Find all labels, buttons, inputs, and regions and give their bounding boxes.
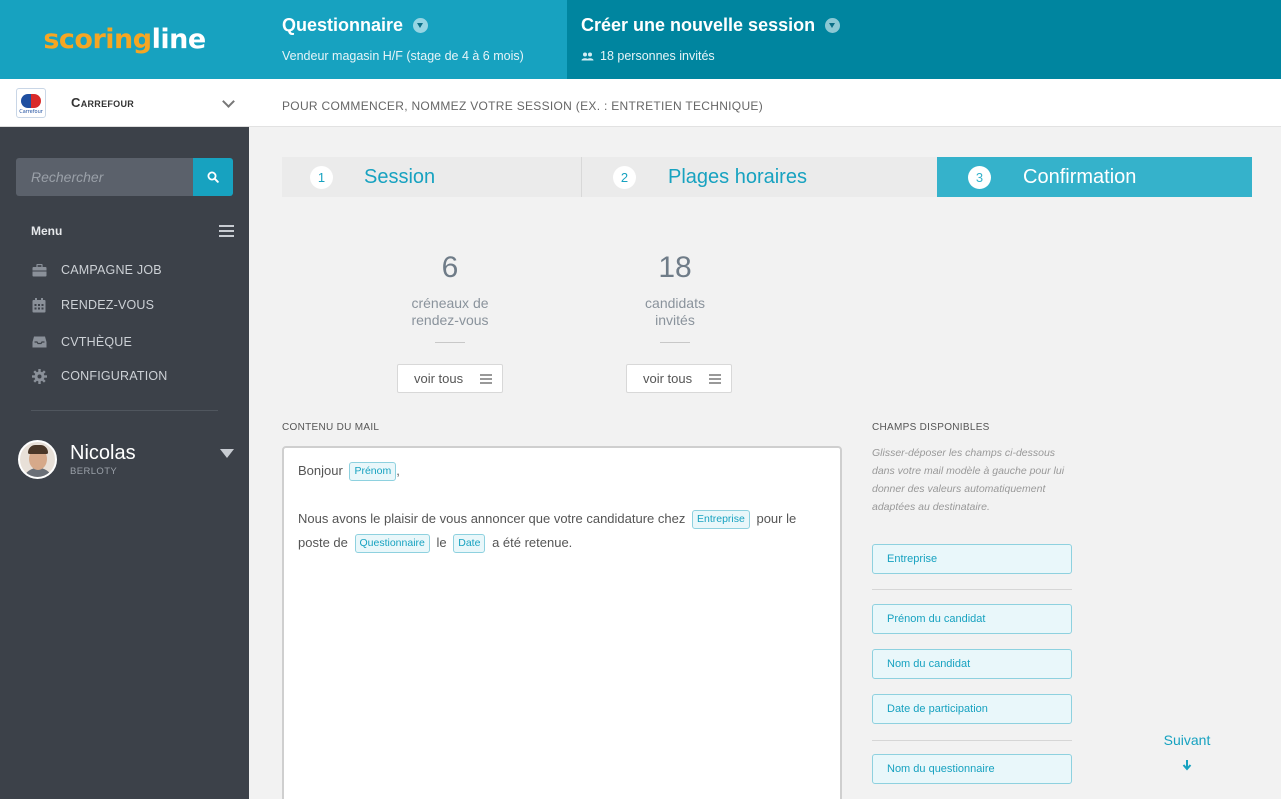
merge-tag-entreprise[interactable]: Entreprise bbox=[691, 510, 750, 529]
voir-tous-candidats-button[interactable]: voir tous bbox=[626, 364, 732, 393]
sidebar-item-label: RENDEZ-VOUS bbox=[61, 298, 155, 312]
stat-creneaux: 6 créneaux de rendez-vous bbox=[380, 251, 520, 343]
mail-text: a été retenue. bbox=[492, 535, 573, 550]
button-label: voir tous bbox=[643, 371, 693, 386]
sidebar-item-label: CVTHÈQUE bbox=[61, 335, 133, 349]
hamburger-icon[interactable] bbox=[219, 225, 234, 240]
user-last-name: BERLOTY bbox=[70, 466, 118, 477]
wizard-steps: 1 Session 2 Plages horaires 3 Confirmati… bbox=[282, 157, 1252, 197]
menu-title: Menu bbox=[31, 224, 63, 238]
session-subtitle: 18 personnes invités bbox=[581, 49, 715, 63]
merge-tag-prenom[interactable]: Prénom bbox=[349, 462, 397, 481]
users-icon bbox=[581, 52, 594, 60]
step-confirmation[interactable]: 3 Confirmation bbox=[937, 157, 1252, 197]
logo-part1: scoring bbox=[43, 24, 152, 55]
briefcase-icon bbox=[31, 262, 47, 278]
stat-label-line2: rendez-vous bbox=[411, 312, 489, 328]
step-number: 1 bbox=[310, 165, 333, 189]
search-button[interactable] bbox=[193, 158, 233, 196]
field-date-participation[interactable]: Date de participation bbox=[872, 694, 1072, 724]
gear-icon bbox=[31, 368, 47, 384]
stat-value: 18 bbox=[658, 251, 692, 284]
mail-text: pour le bbox=[756, 511, 797, 526]
sidebar-item-label: CONFIGURATION bbox=[61, 369, 168, 383]
breadcrumb-questionnaire[interactable] bbox=[249, 0, 567, 79]
carrefour-logo: Carrefour bbox=[16, 87, 46, 118]
questionnaire-subtitle: Vendeur magasin H/F (stage de 4 à 6 mois… bbox=[282, 49, 524, 63]
sidebar-item-campagne-job[interactable]: CAMPAGNE JOB bbox=[31, 262, 162, 278]
voir-tous-creneaux-button[interactable]: voir tous bbox=[397, 364, 503, 393]
arrow-down-icon[interactable] bbox=[1182, 759, 1192, 771]
stat-label-line2: invités bbox=[655, 312, 695, 328]
step-label: Session bbox=[364, 165, 436, 188]
sidebar-divider bbox=[31, 410, 218, 411]
field-nom-candidat[interactable]: Nom du candidat bbox=[872, 649, 1072, 679]
avatar bbox=[18, 440, 57, 479]
caret-down-icon[interactable] bbox=[220, 449, 234, 458]
inbox-icon bbox=[31, 334, 47, 350]
mail-text: Nous avons le plaisir de vous annoncer q… bbox=[298, 511, 686, 526]
field-prenom-candidat[interactable]: Prénom du candidat bbox=[872, 604, 1072, 634]
stat-candidats: 18 candidats invités bbox=[605, 251, 745, 343]
field-entreprise[interactable]: Entreprise bbox=[872, 544, 1072, 574]
next-button[interactable]: Suivant bbox=[1150, 732, 1224, 748]
fields-help-text: Glisser-déposer les champs ci-dessous da… bbox=[872, 447, 1065, 513]
stat-label-line1: candidats bbox=[645, 295, 705, 311]
questionnaire-title[interactable]: Questionnaire bbox=[282, 15, 429, 36]
mail-editor[interactable]: Bonjour Prénom, Nous avons le plaisir de… bbox=[282, 446, 842, 799]
company-name: Carrefour bbox=[71, 95, 135, 110]
questionnaire-title-text: Questionnaire bbox=[282, 15, 404, 35]
sidebar-item-rendez-vous[interactable]: RENDEZ-VOUS bbox=[31, 297, 154, 313]
calendar-icon bbox=[31, 297, 47, 313]
list-icon bbox=[480, 374, 492, 386]
top-bar: Questionnaire Vendeur magasin H/F (stage… bbox=[249, 0, 1281, 79]
step-label: Confirmation bbox=[1023, 165, 1137, 188]
step-label: Plages horaires bbox=[668, 165, 807, 188]
step-number: 2 bbox=[613, 165, 636, 189]
mail-comma: , bbox=[396, 463, 400, 478]
merge-tag-questionnaire[interactable]: Questionnaire bbox=[354, 534, 430, 553]
search-bar bbox=[16, 158, 233, 196]
stat-value: 6 bbox=[441, 251, 459, 284]
fields-section-label: CHAMPS DISPONIBLES bbox=[872, 422, 990, 433]
step-session[interactable]: 1 Session bbox=[282, 157, 581, 197]
session-title[interactable]: Créer une nouvelle session bbox=[581, 15, 841, 36]
mail-text: le bbox=[436, 535, 447, 550]
breadcrumb-arrow bbox=[547, 0, 567, 78]
step-number: 3 bbox=[968, 165, 991, 189]
sidebar-item-label: CAMPAGNE JOB bbox=[61, 263, 162, 277]
dropdown-icon[interactable] bbox=[825, 18, 841, 33]
step-plages-horaires[interactable]: 2 Plages horaires bbox=[582, 157, 937, 197]
app-logo[interactable]: scoringline bbox=[0, 0, 249, 79]
merge-tag-date[interactable]: Date bbox=[453, 534, 486, 553]
stat-label-line1: créneaux de bbox=[411, 295, 489, 311]
button-label: voir tous bbox=[414, 371, 464, 386]
chevron-down-icon bbox=[222, 95, 235, 108]
user-first-name: Nicolas bbox=[70, 442, 136, 464]
logo-part2: line bbox=[151, 24, 207, 55]
session-name-field[interactable]: POUR COMMENCER, NOMMEZ VOTRE SESSION (EX… bbox=[249, 79, 1281, 127]
session-title-text: Créer une nouvelle session bbox=[581, 15, 816, 35]
sidebar-item-configuration[interactable]: CONFIGURATION bbox=[31, 368, 168, 384]
sidebar-item-cvtheque[interactable]: CVTHÈQUE bbox=[31, 334, 132, 350]
mail-greeting: Bonjour bbox=[298, 463, 343, 478]
dropdown-icon[interactable] bbox=[413, 18, 429, 33]
fields-divider bbox=[872, 589, 1072, 590]
mail-section-label: CONTENU DU MAIL bbox=[282, 422, 380, 433]
company-selector[interactable]: Carrefour Carrefour bbox=[0, 79, 249, 127]
mail-text: poste de bbox=[298, 535, 348, 550]
invited-count: 18 personnes invités bbox=[600, 49, 715, 63]
fields-divider bbox=[872, 740, 1072, 741]
user-profile[interactable]: Nicolas BERLOTY bbox=[18, 440, 136, 479]
field-nom-questionnaire[interactable]: Nom du questionnaire bbox=[872, 754, 1072, 784]
session-name-prompt: POUR COMMENCER, NOMMEZ VOTRE SESSION (EX… bbox=[282, 99, 764, 113]
search-icon bbox=[207, 171, 219, 183]
list-icon bbox=[709, 374, 721, 386]
search-input[interactable] bbox=[16, 158, 193, 196]
company-logo-text: Carrefour bbox=[19, 108, 43, 115]
